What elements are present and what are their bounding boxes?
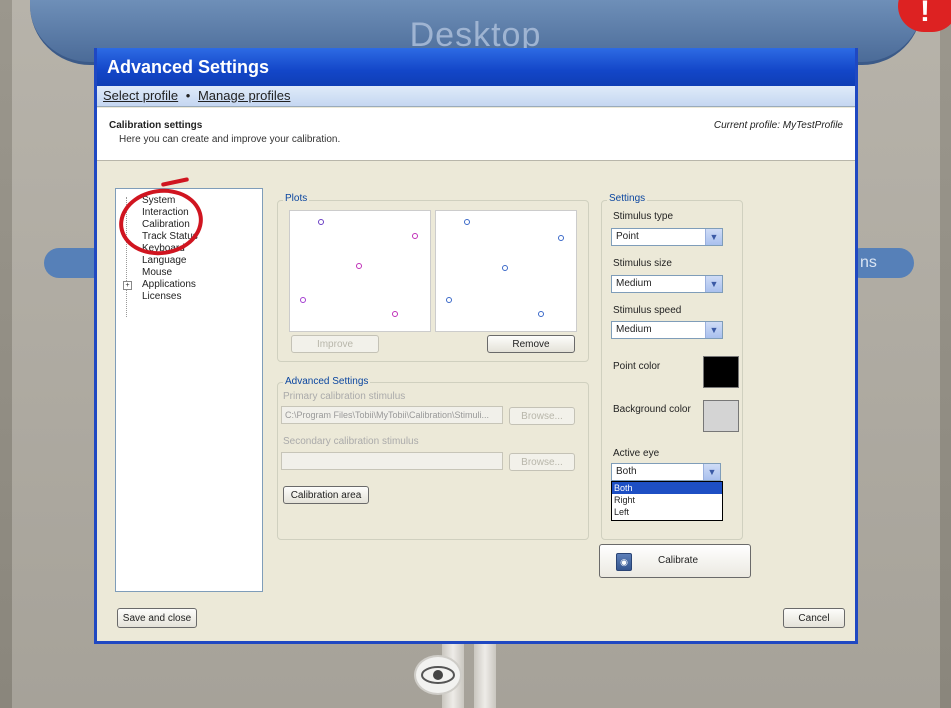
calibrate-label: Calibrate: [658, 555, 699, 566]
left-eye-plot: [289, 210, 431, 332]
save-and-close-button[interactable]: Save and close: [117, 608, 197, 628]
tree-item-applications[interactable]: Applications: [142, 279, 196, 290]
chevron-down-icon[interactable]: ▼: [705, 229, 722, 245]
manage-profiles-link[interactable]: Manage profiles: [198, 88, 291, 103]
plot-point: [464, 219, 470, 225]
improve-button[interactable]: Improve: [291, 335, 379, 353]
plot-point: [392, 311, 398, 317]
plot-point: [502, 265, 508, 271]
stimulus-speed-value: Medium: [616, 324, 652, 335]
stimulus-size-value: Medium: [616, 278, 652, 289]
tree-item-mouse[interactable]: Mouse: [142, 267, 172, 278]
stimulus-speed-label: Stimulus speed: [613, 305, 682, 316]
select-profile-link[interactable]: Select profile: [103, 88, 178, 103]
stimulus-type-select[interactable]: Point ▼: [611, 228, 723, 246]
chevron-down-icon[interactable]: ▼: [705, 322, 722, 338]
point-color-label: Point color: [613, 361, 661, 372]
tree-item-licenses[interactable]: Licenses: [142, 291, 181, 302]
browse-secondary-button[interactable]: Browse...: [509, 453, 575, 471]
plots-group-label: Plots: [283, 193, 310, 204]
expand-icon[interactable]: +: [123, 281, 132, 290]
browse-primary-button[interactable]: Browse...: [509, 407, 575, 425]
plot-point: [300, 297, 306, 303]
stimulus-speed-select[interactable]: Medium ▼: [611, 321, 723, 339]
advanced-settings-group-label: Advanced Settings: [283, 376, 371, 387]
settings-group-label: Settings: [607, 193, 648, 204]
stimulus-type-value: Point: [616, 231, 639, 242]
active-eye-select[interactable]: Both ▼: [611, 463, 721, 481]
secondary-stimulus-label: Secondary calibration stimulus: [283, 436, 419, 447]
primary-stimulus-label: Primary calibration stimulus: [283, 391, 406, 402]
stimulus-size-label: Stimulus size: [613, 258, 672, 269]
primary-stimulus-field[interactable]: C:\Program Files\Tobii\MyTobii\Calibrati…: [281, 406, 503, 424]
active-eye-dropdown: Both Right Left: [611, 481, 723, 521]
active-eye-option-left[interactable]: Left: [612, 506, 722, 518]
calibrate-button[interactable]: ◉ Calibrate: [599, 544, 751, 578]
advanced-settings-dialog: Advanced Settings Select profile • Manag…: [94, 48, 858, 644]
stimulus-type-label: Stimulus type: [613, 211, 674, 222]
plot-point: [356, 263, 362, 269]
header-title: Calibration settings: [109, 120, 203, 131]
active-eye-option-both[interactable]: Both: [612, 482, 722, 494]
settings-header: Calibration settings Here you can create…: [97, 108, 855, 161]
active-eye-label: Active eye: [613, 448, 660, 459]
secondary-stimulus-field[interactable]: [281, 452, 503, 470]
plot-point: [412, 233, 418, 239]
menu-separator: •: [185, 88, 191, 103]
chevron-down-icon[interactable]: ▼: [703, 464, 720, 480]
calibration-area-button[interactable]: Calibration area: [283, 486, 369, 504]
calibrate-icon: ◉: [616, 553, 632, 571]
plot-point: [318, 219, 324, 225]
point-color-swatch[interactable]: [703, 356, 739, 388]
right-eye-plot: [435, 210, 577, 332]
tree-item-language[interactable]: Language: [142, 255, 187, 266]
background-color-label: Background color: [613, 404, 691, 415]
plot-point: [558, 235, 564, 241]
dialog-titlebar: Advanced Settings: [97, 48, 855, 86]
annotation-stroke: [160, 177, 190, 187]
profile-menubar: Select profile • Manage profiles: [97, 86, 855, 107]
background-color-swatch[interactable]: [703, 400, 739, 432]
eye-icon: [414, 655, 462, 695]
header-description: Here you can create and improve your cal…: [119, 134, 341, 145]
plot-point: [538, 311, 544, 317]
plot-point: [446, 297, 452, 303]
active-eye-option-right[interactable]: Right: [612, 494, 722, 506]
stimulus-size-select[interactable]: Medium ▼: [611, 275, 723, 293]
current-profile-label: Current profile: MyTestProfile: [713, 120, 843, 131]
chevron-down-icon[interactable]: ▼: [705, 276, 722, 292]
cancel-button[interactable]: Cancel: [783, 608, 845, 628]
active-eye-value: Both: [616, 466, 637, 477]
remove-button[interactable]: Remove: [487, 335, 575, 353]
